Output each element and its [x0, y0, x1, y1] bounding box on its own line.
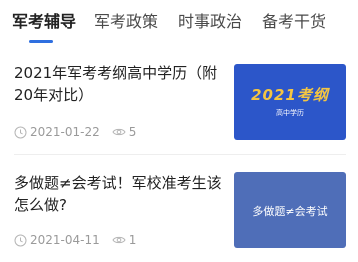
eye-icon: [112, 235, 126, 245]
eye-icon: [112, 127, 126, 137]
view-count: 1: [128, 233, 137, 247]
article-title[interactable]: 多做题≠会考试！军校准考生该怎么做?: [14, 172, 222, 216]
article-date: 2021-04-11: [30, 233, 100, 247]
active-tab-indicator: [29, 40, 53, 43]
category-tabs: 军考辅导 军考政策 时事政治 备考干货: [0, 0, 358, 46]
clock-icon: [14, 126, 27, 139]
tab-exam-prep-tips[interactable]: 备考干货: [262, 11, 326, 33]
thumbnail-caption: 多做题≠会考试: [252, 205, 328, 218]
article-meta: 2021-04-11 1: [14, 233, 136, 247]
article-card[interactable]: 多做题≠会考试！军校准考生该怎么做? 2021-04-11 1 多做题≠会考试: [0, 172, 358, 256]
view-count: 5: [128, 125, 137, 139]
thumbnail-subtitle: 高中学历: [276, 109, 304, 117]
divider: [14, 154, 346, 155]
thumbnail-headline: 2021考纲: [251, 86, 329, 104]
clock-icon: [14, 234, 27, 247]
article-thumbnail[interactable]: 2021考纲 高中学历: [234, 64, 346, 140]
article-date: 2021-01-22: [30, 125, 100, 139]
tab-military-exam-policy[interactable]: 军考政策: [94, 11, 158, 33]
tab-military-exam-tutoring[interactable]: 军考辅导: [12, 11, 76, 33]
article-meta: 2021-01-22 5: [14, 125, 136, 139]
article-thumbnail[interactable]: 多做题≠会考试: [234, 172, 346, 248]
tab-current-affairs[interactable]: 时事政治: [178, 11, 242, 33]
article-card[interactable]: 2021年军考考纲高中学历（附20年对比） 2021-01-22 5 2021考…: [0, 62, 358, 146]
article-title[interactable]: 2021年军考考纲高中学历（附20年对比）: [14, 62, 222, 106]
